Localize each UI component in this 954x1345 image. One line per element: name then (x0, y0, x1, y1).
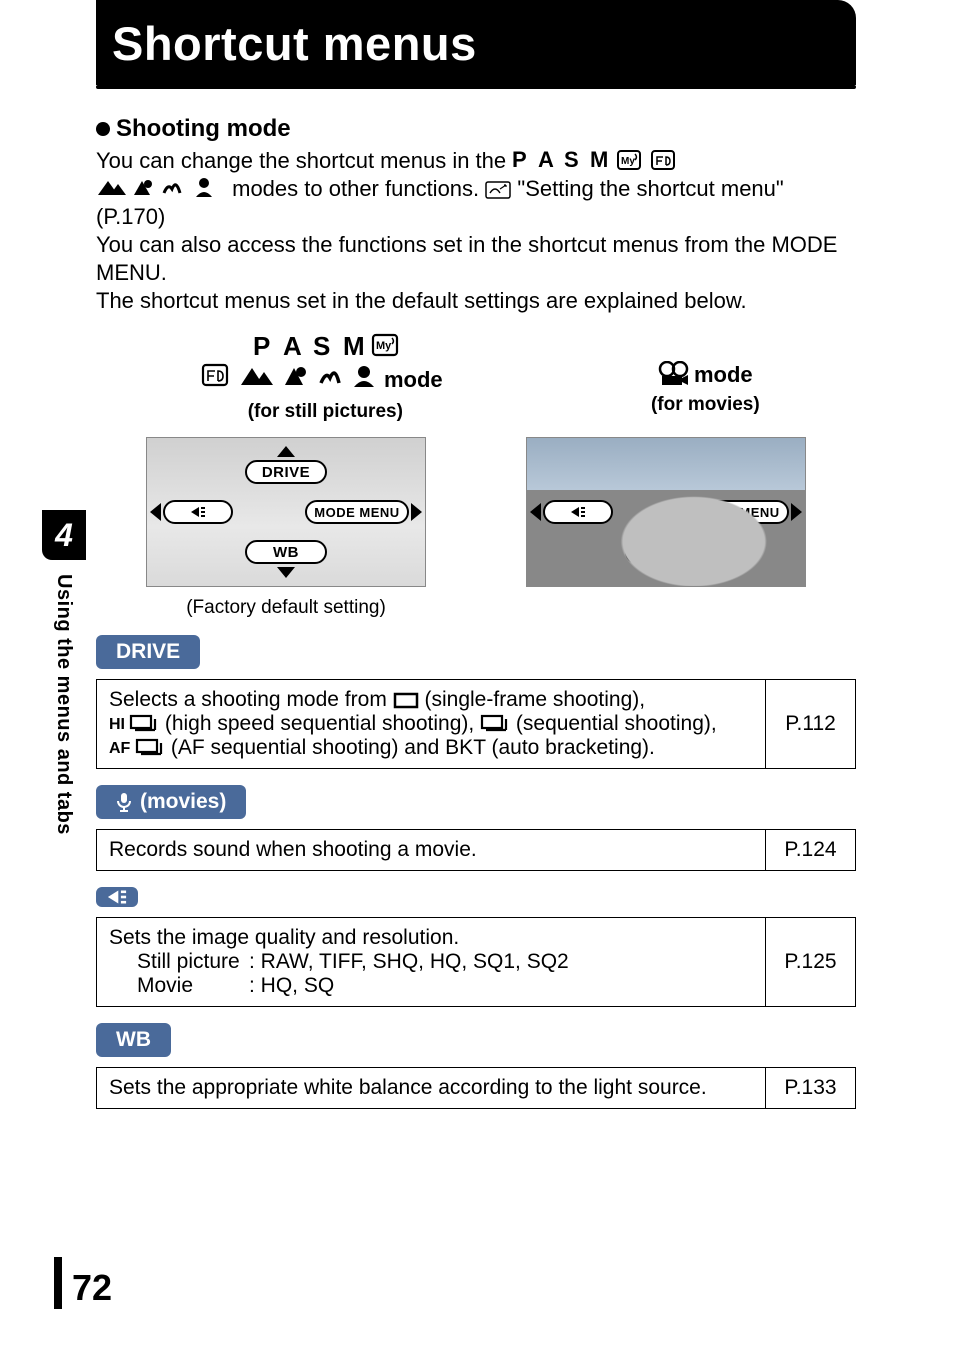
chapter-number: 4 (42, 510, 86, 560)
mode-icons-pasm: P A S M My (512, 149, 692, 171)
still-mode-column: P A S M My mode (for still pictures) (192, 331, 458, 423)
left-arrow-icon (150, 503, 161, 521)
svg-text:M: M (590, 149, 608, 171)
intro-text-3: You can also access the functions set in… (96, 232, 837, 285)
scene-mode-icons (96, 177, 226, 199)
movie-diagram-screen: MODE MENU WB (526, 437, 806, 587)
intro-text-1: You can change the shortcut menus in the (96, 148, 512, 173)
side-tab: 4 Using the menus and tabs (42, 510, 86, 835)
chapter-side-text: Using the menus and tabs (52, 574, 75, 835)
still-diagram: DRIVE MODE MENU WB (Factory default sett… (136, 437, 436, 619)
mode-menu-pill: MODE MENU (305, 500, 409, 524)
sequential-icon (480, 713, 510, 733)
wb-ref: P.133 (766, 1068, 856, 1109)
down-arrow-icon (657, 567, 675, 578)
quality-pill (543, 500, 613, 524)
quality-desc: Sets the image quality and resolution. S… (97, 918, 766, 1007)
down-arrow-icon (277, 567, 295, 578)
movies-desc: Records sound when shooting a movie. (97, 830, 766, 871)
movies-ref: P.124 (766, 830, 856, 871)
mic-pill (625, 460, 707, 484)
hi-sequential-icon: HI (109, 713, 159, 733)
subheading-text: Shooting mode (116, 115, 291, 143)
right-arrow-icon (791, 503, 802, 521)
still-diagram-caption: (Factory default setting) (136, 597, 436, 619)
intro-text-2a: modes to other functions. (232, 176, 485, 201)
quality-section-label (96, 887, 138, 907)
intro-text-4: The shortcut menus set in the default se… (96, 288, 747, 313)
still-mode-sub: (for still pictures) (192, 401, 458, 423)
af-sequential-icon: AF (109, 737, 165, 757)
drive-table: Selects a shooting mode from (single-fra… (96, 679, 856, 769)
bullet-icon (96, 122, 110, 136)
svg-text:P: P (253, 331, 270, 361)
svg-text:AF: AF (109, 740, 131, 757)
wb-table: Sets the appropriate white balance accor… (96, 1067, 856, 1109)
up-arrow-icon (277, 446, 295, 457)
svg-text:HI: HI (109, 716, 125, 733)
mode-menu-pill: MODE MENU (685, 500, 789, 524)
page-number: 72 (72, 1267, 112, 1309)
svg-text:S: S (564, 149, 579, 171)
movie-mode-word: mode (694, 362, 753, 388)
page-number-bar (54, 1257, 62, 1309)
still-diagram-screen: DRIVE MODE MENU WB (146, 437, 426, 587)
single-frame-icon (393, 691, 419, 709)
up-arrow-icon (657, 446, 675, 457)
wb-section-label: WB (96, 1023, 171, 1057)
intro-paragraph: You can change the shortcut menus in the… (96, 147, 856, 315)
quality-pill (163, 500, 233, 524)
left-arrow-icon (530, 503, 541, 521)
quality-table: Sets the image quality and resolution. S… (96, 917, 856, 1007)
still-mode-word: mode (384, 367, 443, 392)
wb-pill: WB (625, 540, 707, 564)
right-arrow-icon (411, 503, 422, 521)
drive-section-label: DRIVE (96, 635, 200, 669)
movies-section-label: (movies) (96, 785, 246, 819)
drive-desc: Selects a shooting mode from (single-fra… (97, 680, 766, 769)
svg-text:A: A (538, 149, 554, 171)
movie-mode-column: mode (for movies) (651, 331, 760, 423)
svg-text:My: My (621, 156, 635, 167)
chapter-title: Shortcut menus (112, 16, 477, 71)
svg-text:P: P (512, 149, 527, 171)
wb-pill: WB (245, 540, 327, 564)
drive-pill: DRIVE (245, 460, 327, 484)
see-icon (485, 181, 511, 199)
svg-text:M: M (343, 331, 365, 361)
svg-text:A: A (283, 331, 302, 361)
movie-mode-sub: (for movies) (651, 394, 760, 416)
svg-text:S: S (313, 331, 330, 361)
chapter-underline (96, 85, 856, 89)
movies-table: Records sound when shooting a movie. P.1… (96, 829, 856, 871)
movies-label-text: (movies) (140, 790, 226, 814)
drive-ref: P.112 (766, 680, 856, 769)
wb-desc: Sets the appropriate white balance accor… (97, 1068, 766, 1109)
quality-ref: P.125 (766, 918, 856, 1007)
movie-diagram: MODE MENU WB (516, 437, 816, 619)
svg-text:My: My (376, 340, 392, 352)
subheading: Shooting mode (96, 115, 856, 143)
movie-mode-icon (658, 361, 690, 387)
